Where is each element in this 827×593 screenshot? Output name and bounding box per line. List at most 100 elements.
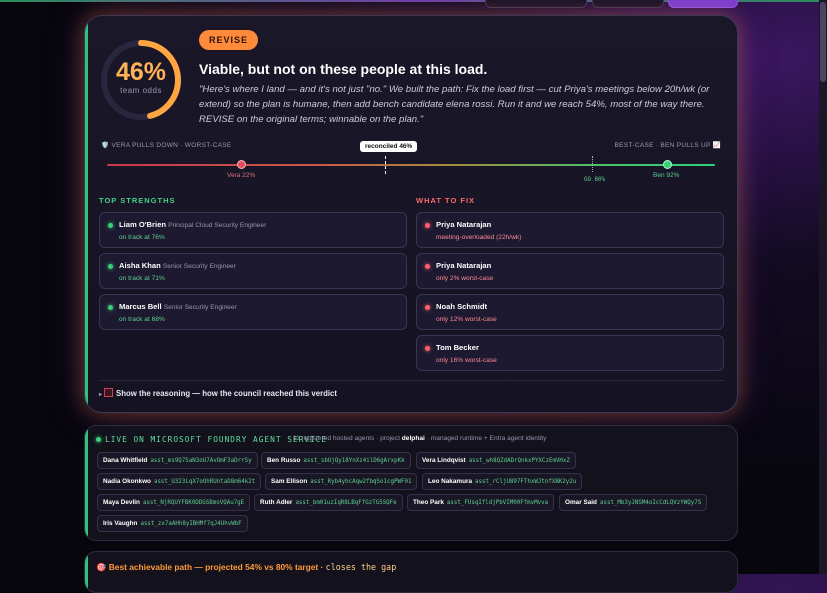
person-name: Noah Schmidt (436, 302, 488, 311)
best-path-text: 🎯 Best achievable path — projected 54% v… (96, 562, 396, 573)
foundry-agents-card: LIVE ON MICROSOFT FOUNDRY AGENT SERVICE … (84, 425, 738, 541)
agent-chip[interactable]: Omar Said asst_Mb3yJNSM4oIcCdLQVzYWQy7S (559, 494, 708, 511)
reconciled-marker (385, 156, 387, 174)
fix-item: Priya Natarajan only 2% worst-case (416, 253, 724, 289)
gauge-value: 46% (115, 58, 167, 86)
status-dot (425, 346, 430, 351)
agent-id: asst_wh8QZdADrQnkxPYXCzEmVHxZ (468, 458, 570, 464)
status-dot (425, 264, 430, 269)
agent-name: Leo Nakamura (428, 478, 473, 485)
agent-name: Ben Russo (267, 457, 301, 464)
person-name: Liam O'Brien (119, 220, 166, 229)
card-accent-bar (85, 426, 88, 540)
person-status: on track at 68% (119, 316, 165, 323)
person-issue: only 2% worst-case (436, 275, 494, 282)
fix-item: Tom Becker only 16% worst-case (416, 335, 724, 371)
ben-label: Ben 92% (653, 172, 680, 179)
agent-name: Nadia Okonkwo (103, 478, 151, 485)
agent-chip[interactable]: Ruth Adler asst_bm01uzIqR8LBqFfGzTG5SQFe (254, 494, 403, 511)
reasoning-toggle-label: Show the reasoning — how the council rea… (116, 389, 337, 398)
fix-item: Noah Schmidt only 12% worst-case (416, 294, 724, 330)
best-path-card: 🎯 Best achievable path — projected 54% v… (84, 551, 738, 593)
person-status: on track at 76% (119, 234, 165, 241)
vera-label: Vera 22% (227, 172, 256, 179)
agent-id: asst_NjRQUYFBK0DDGSBmoVQAu7gE (142, 500, 245, 506)
agent-chip[interactable]: Nadia Okonkwo asst_U323LqX7oOhRUntaD8m64k… (97, 473, 262, 490)
project-name: delphai (401, 435, 425, 442)
agent-id: asst_Mb3yJNSM4oIcCdLQVzYWQy7S (599, 500, 702, 506)
top-nav-button-2[interactable] (592, 0, 664, 8)
agent-chip[interactable]: Sam Ellison asst_Ryb4yhcAqw2fbqSo1cgPWF01 (265, 473, 418, 490)
status-dot (108, 305, 113, 310)
person-name: Aisha Khan (119, 261, 161, 270)
reasoning-toggle[interactable]: ▸ Show the reasoning — how the council re… (99, 388, 337, 398)
card-accent-bar (85, 552, 88, 592)
go-label: GO 80% (584, 177, 605, 183)
strengths-heading: TOP STRENGTHS (99, 196, 176, 205)
fix-item: Priya Natarajan meeting-overloaded (22h/… (416, 212, 724, 248)
range-track (107, 164, 715, 166)
reconciled-tooltip: reconciled 46% (360, 141, 418, 152)
status-dot (108, 223, 113, 228)
agent-id: asst_rCljU897FThxWJtnfXBK2y2u (475, 479, 577, 485)
agent-chip[interactable]: Iris Vaughn asst_zx7aAHh8yIBHMf7qJ4UhvWbF (97, 515, 248, 532)
reasoning-icon (104, 388, 114, 397)
agent-id: asst_sbUjQy18YnXz4ilD6gArxpKk (303, 458, 405, 464)
agent-id: asst_U323LqX7oOhRUntaD8m64k2t (153, 479, 256, 485)
verdict-headline: Viable, but not on these people at this … (199, 61, 488, 77)
agent-id: asst_Ryb4yhcAqw2fbqSo1cgPWF01 (310, 479, 412, 485)
agent-chip[interactable]: Dana Whitfield asst_ms9Q75aN3oU7AvOmF3aDr… (97, 452, 258, 469)
agent-name: Theo Park (413, 499, 444, 506)
status-dot (425, 223, 430, 228)
divider (99, 380, 724, 381)
agent-id: asst_bm01uzIqR8LBqFfGzTG5SQFe (295, 500, 397, 506)
person-name: Marcus Bell (119, 302, 162, 311)
agent-name: Sam Ellison (271, 478, 308, 485)
ben-marker (663, 160, 672, 169)
go-threshold-marker (592, 156, 594, 172)
agent-chip[interactable]: Ben Russo asst_sbUjQy18YnXz4ilD6gArxpKk (261, 452, 411, 469)
scrollbar-thumb[interactable] (820, 2, 826, 82)
card-accent-bar (85, 16, 88, 412)
agent-name: Iris Vaughn (103, 520, 138, 527)
person-role: Principal Cloud Security Engineer (168, 222, 267, 229)
agent-name: Dana Whitfield (103, 457, 148, 464)
person-status: on track at 71% (119, 275, 165, 282)
range-left-label: 🛡️ VERA PULLS DOWN · WORST-CASE (101, 142, 232, 149)
person-name: Priya Natarajan (436, 261, 492, 270)
foundry-meta-suffix: · managed runtime + Entra agent identity (426, 435, 547, 442)
fix-heading: WHAT TO FIX (416, 196, 476, 205)
best-path-status: closes the gap (325, 562, 397, 572)
verdict-badge: REVISE (199, 30, 259, 50)
verdict-quote: "Here's where I land — and it's not just… (199, 84, 710, 125)
person-name: Tom Becker (436, 343, 479, 352)
status-dot (425, 305, 430, 310)
strength-item: Aisha Khan Senior Security Engineer on t… (99, 253, 407, 289)
person-role: Senior Security Engineer (162, 263, 236, 270)
agent-chip[interactable]: Maya Devlin asst_NjRQUYFBK0DDGSBmoVQAu7gE (97, 494, 251, 511)
live-status-dot (96, 437, 101, 442)
gauge-label: team odds (120, 86, 162, 95)
top-nav-primary-button[interactable] (668, 0, 738, 8)
verdict-card: 46% team odds REVISE Viable, but not on … (84, 15, 738, 413)
agent-name: Maya Devlin (103, 499, 140, 506)
agent-id: asst_zx7aAHh8yIBHMf7qJ4UhvWbF (140, 521, 242, 527)
person-role: Senior Security Engineer (163, 304, 237, 311)
agent-chip[interactable]: Vera Lindqvist asst_wh8QZdADrQnkxPYXCzEmV… (416, 452, 576, 469)
foundry-meta: 11 registered hosted agents · project de… (293, 435, 546, 442)
person-issue: only 16% worst-case (436, 357, 497, 364)
best-path-label: 🎯 Best achievable path — projected 54% v… (96, 562, 324, 572)
strength-item: Marcus Bell Senior Security Engineer on … (99, 294, 407, 330)
agent-name: Omar Said (565, 499, 597, 506)
person-name: Priya Natarajan (436, 220, 492, 229)
foundry-meta-prefix: 11 registered hosted agents · project (293, 435, 400, 442)
agent-chip[interactable]: Theo Park asst_FUsqIfldjPbVIM00FfmvMvva (407, 494, 555, 511)
agent-id: asst_FUsqIfldjPbVIM00FfmvMvva (446, 500, 549, 506)
agent-name: Ruth Adler (260, 499, 293, 506)
person-issue: meeting-overloaded (22h/wk) (436, 234, 522, 241)
person-issue: only 12% worst-case (436, 316, 497, 323)
agent-id: asst_ms9Q75aN3oU7AvOmF3aDrrSy (150, 458, 252, 464)
agent-chip[interactable]: Leo Nakamura asst_rCljU897FThxWJtnfXBK2y2… (422, 473, 583, 490)
top-nav-button-1[interactable] (485, 0, 587, 8)
page-scrollbar[interactable] (819, 0, 827, 574)
